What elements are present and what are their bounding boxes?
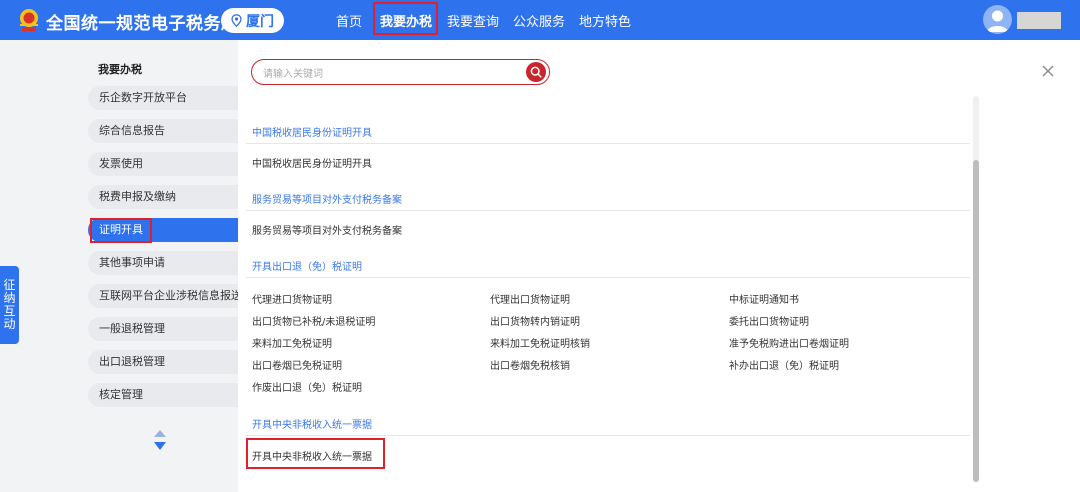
- sidebar-title: 我要办税: [98, 63, 142, 76]
- section-title: 中国税收居民身份证明开具: [252, 128, 372, 139]
- link-item[interactable]: 代理出口货物证明: [490, 291, 570, 306]
- user-icon: [987, 10, 1008, 32]
- link-item[interactable]: 作废出口退（免）税证明: [252, 379, 362, 394]
- search-icon: [530, 66, 542, 78]
- sidebar-item-assessment[interactable]: 核定管理: [88, 383, 238, 407]
- section-title: 服务贸易等项目对外支付税务备案: [252, 195, 402, 206]
- sidebar-item-general-refund[interactable]: 一般退税管理: [88, 317, 238, 341]
- location-pin-icon: [231, 14, 242, 27]
- link-item[interactable]: 出口卷烟已免税证明: [252, 357, 342, 372]
- sidebar-item-invoice[interactable]: 发票使用: [88, 152, 238, 176]
- nav-home[interactable]: 首页: [336, 0, 362, 40]
- sidebar-item-open-platform[interactable]: 乐企数字开放平台: [88, 86, 238, 110]
- sidebar-item-export-refund[interactable]: 出口退税管理: [88, 350, 238, 374]
- link-item[interactable]: 出口卷烟免税核销: [490, 357, 570, 372]
- section-divider: [246, 143, 970, 144]
- clipped-row: [252, 88, 582, 98]
- sidebar-highlight-box: [90, 218, 152, 243]
- link-item[interactable]: 补办出口退（免）税证明: [729, 357, 839, 372]
- section-divider: [246, 435, 970, 436]
- nav-public-service[interactable]: 公众服务: [513, 0, 565, 40]
- search-input[interactable]: 请输入关键词: [251, 59, 550, 85]
- link-item[interactable]: 代理进口货物证明: [252, 291, 332, 306]
- scroll-up-down-icon[interactable]: [152, 429, 168, 451]
- search-placeholder: 请输入关键词: [263, 69, 323, 80]
- link-item[interactable]: 服务贸易等项目对外支付税务备案: [252, 222, 402, 237]
- user-avatar[interactable]: [983, 5, 1012, 34]
- section-title: 开具出口退（免）税证明: [252, 262, 362, 273]
- tax-emblem-icon[interactable]: [16, 7, 42, 33]
- interaction-side-tab[interactable]: 征 纳 互 动: [0, 266, 19, 344]
- link-item[interactable]: 中国税收居民身份证明开具: [252, 155, 372, 170]
- link-item[interactable]: 来料加工免税证明: [252, 335, 332, 350]
- region-selector[interactable]: 厦门: [221, 8, 284, 33]
- nav-query[interactable]: 我要查询: [447, 0, 499, 40]
- close-icon[interactable]: [1041, 64, 1055, 78]
- side-tab-char: 动: [3, 317, 16, 331]
- search-button[interactable]: [526, 62, 546, 82]
- item-highlight-box: [246, 438, 385, 469]
- top-navigation-bar: 全国统一规范电子税务局 厦门 首页 我要办税 我要查询 公众服务 地方特色: [0, 0, 1080, 40]
- section-divider: [246, 210, 970, 211]
- link-item[interactable]: 中标证明通知书: [729, 291, 799, 306]
- nav-highlight-box: [373, 2, 438, 35]
- sidebar-item-declaration[interactable]: 税费申报及缴纳: [88, 185, 238, 209]
- link-item[interactable]: 出口货物已补税/未退税证明: [252, 313, 375, 328]
- sidebar-item-internet-platform[interactable]: 互联网平台企业涉税信息报送: [88, 284, 238, 308]
- link-item[interactable]: 委托出口货物证明: [729, 313, 809, 328]
- section-title: 开具中央非税收入统一票据: [252, 420, 372, 431]
- region-label: 厦门: [246, 13, 274, 30]
- nav-local-features[interactable]: 地方特色: [579, 0, 631, 40]
- section-divider: [246, 277, 970, 278]
- sidebar-item-other-application[interactable]: 其他事项申请: [88, 251, 238, 275]
- link-item[interactable]: 准予免税购进出口卷烟证明: [729, 335, 849, 350]
- sidebar-item-info-report[interactable]: 综合信息报告: [88, 119, 238, 143]
- site-title[interactable]: 全国统一规范电子税务局: [46, 9, 239, 34]
- content-scrollbar-thumb[interactable]: [973, 160, 979, 482]
- username-redacted[interactable]: [1017, 12, 1061, 29]
- link-item[interactable]: 来料加工免税证明核销: [490, 335, 590, 350]
- link-item[interactable]: 出口货物转内销证明: [490, 313, 580, 328]
